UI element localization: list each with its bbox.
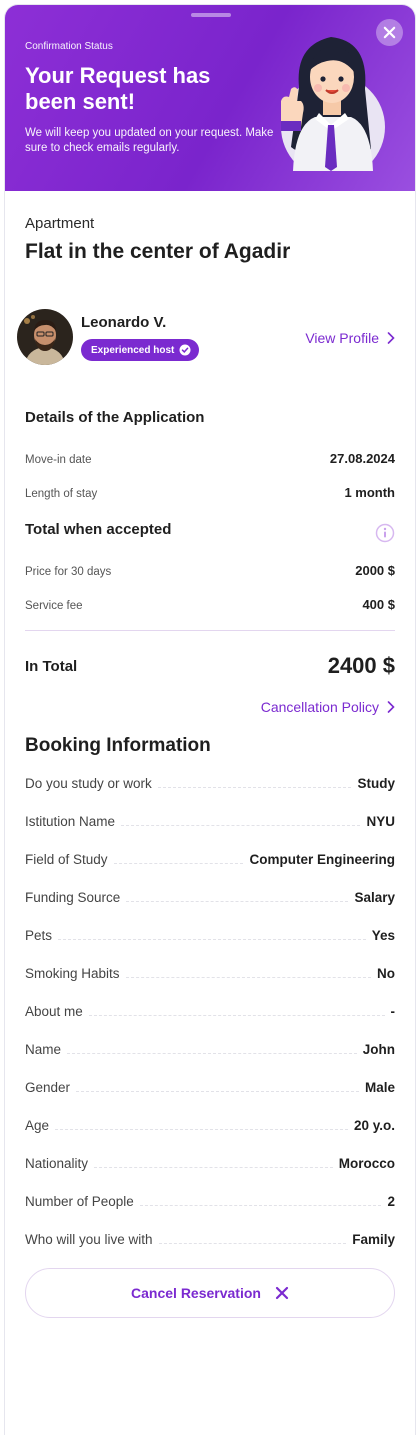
booking-row: Do you study or work Study [25, 771, 395, 791]
detail-label: Length of stay [25, 488, 98, 500]
booking-row: Funding Source Salary [25, 885, 395, 905]
service-fee-value: 400 $ [362, 597, 395, 612]
booking-label: Gender [25, 1080, 71, 1095]
booking-value: Computer Engineering [249, 852, 395, 867]
dotted-leader [67, 1053, 357, 1054]
booking-value: Family [352, 1232, 395, 1247]
booking-row: Field of Study Computer Engineering [25, 847, 395, 867]
booking-row: Who will you live with Family [25, 1227, 395, 1247]
dotted-leader [139, 1205, 382, 1206]
dotted-leader [158, 1243, 347, 1244]
avatar [17, 309, 73, 365]
booking-label: Who will you live with [25, 1232, 153, 1247]
booking-value: No [377, 966, 395, 981]
booking-row: Nationality Morocco [25, 1151, 395, 1171]
booking-row: Smoking Habits No [25, 961, 395, 981]
booking-row: Number of People 2 [25, 1189, 395, 1209]
cancel-reservation-button[interactable]: Cancel Reservation [25, 1268, 395, 1318]
dotted-leader [94, 1167, 333, 1168]
dotted-leader [125, 977, 371, 978]
booking-value: Yes [371, 928, 395, 943]
host-illustration [281, 37, 385, 171]
booking-label: Nationality [25, 1156, 89, 1171]
booking-row: Name John [25, 1037, 395, 1057]
divider [25, 630, 395, 631]
price-value: 2000 $ [355, 563, 395, 578]
booking-value: Male [364, 1080, 395, 1095]
badge-label: Experienced host [91, 344, 175, 356]
price-row: Price for 30 days 2000 $ [25, 563, 395, 578]
chevron-right-icon [387, 701, 395, 713]
booking-info-title: Booking Information [25, 735, 211, 756]
booking-label: Pets [25, 928, 53, 943]
booking-label: Number of People [25, 1194, 134, 1209]
price-label: Price for 30 days [25, 566, 112, 578]
x-icon [275, 1286, 289, 1300]
booking-row: About me - [25, 999, 395, 1019]
detail-value: 27.08.2024 [329, 451, 395, 466]
total-value: 2400 $ [327, 653, 395, 678]
pricing-title: Total when accepted [25, 521, 172, 538]
booking-row: Gender Male [25, 1075, 395, 1095]
dotted-leader [55, 1129, 348, 1130]
dotted-leader [121, 825, 361, 826]
cancellation-policy-label: Cancellation Policy [260, 699, 379, 715]
booking-label: Name [25, 1042, 62, 1057]
booking-label: About me [25, 1004, 83, 1019]
service-fee-label: Service fee [25, 600, 83, 612]
booking-row: Age 20 y.o. [25, 1113, 395, 1133]
cancellation-policy-link[interactable]: Cancellation Policy [261, 699, 395, 715]
booking-value: - [390, 1004, 396, 1019]
drag-handle[interactable] [191, 13, 231, 17]
booking-value: 2 [387, 1194, 395, 1209]
booking-label: Field of Study [25, 852, 108, 867]
confirmation-title: Your Request has been sent! [25, 63, 211, 114]
dotted-leader [126, 901, 349, 902]
booking-label: Age [25, 1118, 50, 1133]
booking-label: Istitution Name [25, 814, 116, 829]
dotted-leader [157, 787, 352, 788]
detail-label: Move-in date [25, 454, 92, 466]
booking-value: 20 y.o. [353, 1118, 395, 1133]
dotted-leader [88, 1015, 385, 1016]
dotted-leader [113, 863, 244, 864]
info-icon[interactable] [375, 523, 395, 543]
confirmation-header: Confirmation Status Your Request has bee… [5, 5, 415, 191]
booking-value: John [362, 1042, 395, 1057]
close-icon [383, 26, 396, 39]
close-button[interactable] [376, 19, 403, 46]
view-profile-link[interactable]: View Profile [305, 330, 395, 346]
application-details-title: Details of the Application [25, 409, 205, 426]
chevron-right-icon [387, 332, 395, 344]
confirmation-description: We will keep you updated on your request… [25, 127, 274, 154]
booking-value: Study [357, 776, 395, 791]
booking-label: Do you study or work [25, 776, 152, 791]
property-title: Flat in the center of Agadir [25, 240, 291, 263]
booking-row: Pets Yes [25, 923, 395, 943]
booking-label: Smoking Habits [25, 966, 120, 981]
host-name: Leonardo V. [81, 314, 167, 331]
total-label: In Total [25, 658, 78, 675]
booking-value: Salary [354, 890, 395, 905]
status-badge: Experienced host [81, 339, 200, 361]
dotted-leader [76, 1091, 359, 1092]
verified-check-icon [179, 344, 191, 356]
booking-value: Morocco [338, 1156, 395, 1171]
view-profile-label: View Profile [305, 330, 379, 346]
service-fee-row: Service fee 400 $ [25, 597, 395, 612]
booking-row: Istitution Name NYU [25, 809, 395, 829]
detail-value: 1 month [344, 485, 395, 500]
confirmation-sheet: Confirmation Status Your Request has bee… [4, 4, 416, 1435]
cancel-reservation-label: Cancel Reservation [131, 1285, 261, 1301]
booking-value: NYU [366, 814, 395, 829]
status-label: Confirmation Status [25, 41, 113, 52]
detail-row-move-in: Move-in date 27.08.2024 [25, 451, 395, 466]
dotted-leader [58, 939, 366, 940]
host-card: Leonardo V. Experienced host View Profil… [17, 309, 395, 369]
booking-label: Funding Source [25, 890, 121, 905]
detail-row-length-of-stay: Length of stay 1 month [25, 485, 395, 500]
property-type: Apartment [25, 215, 95, 232]
